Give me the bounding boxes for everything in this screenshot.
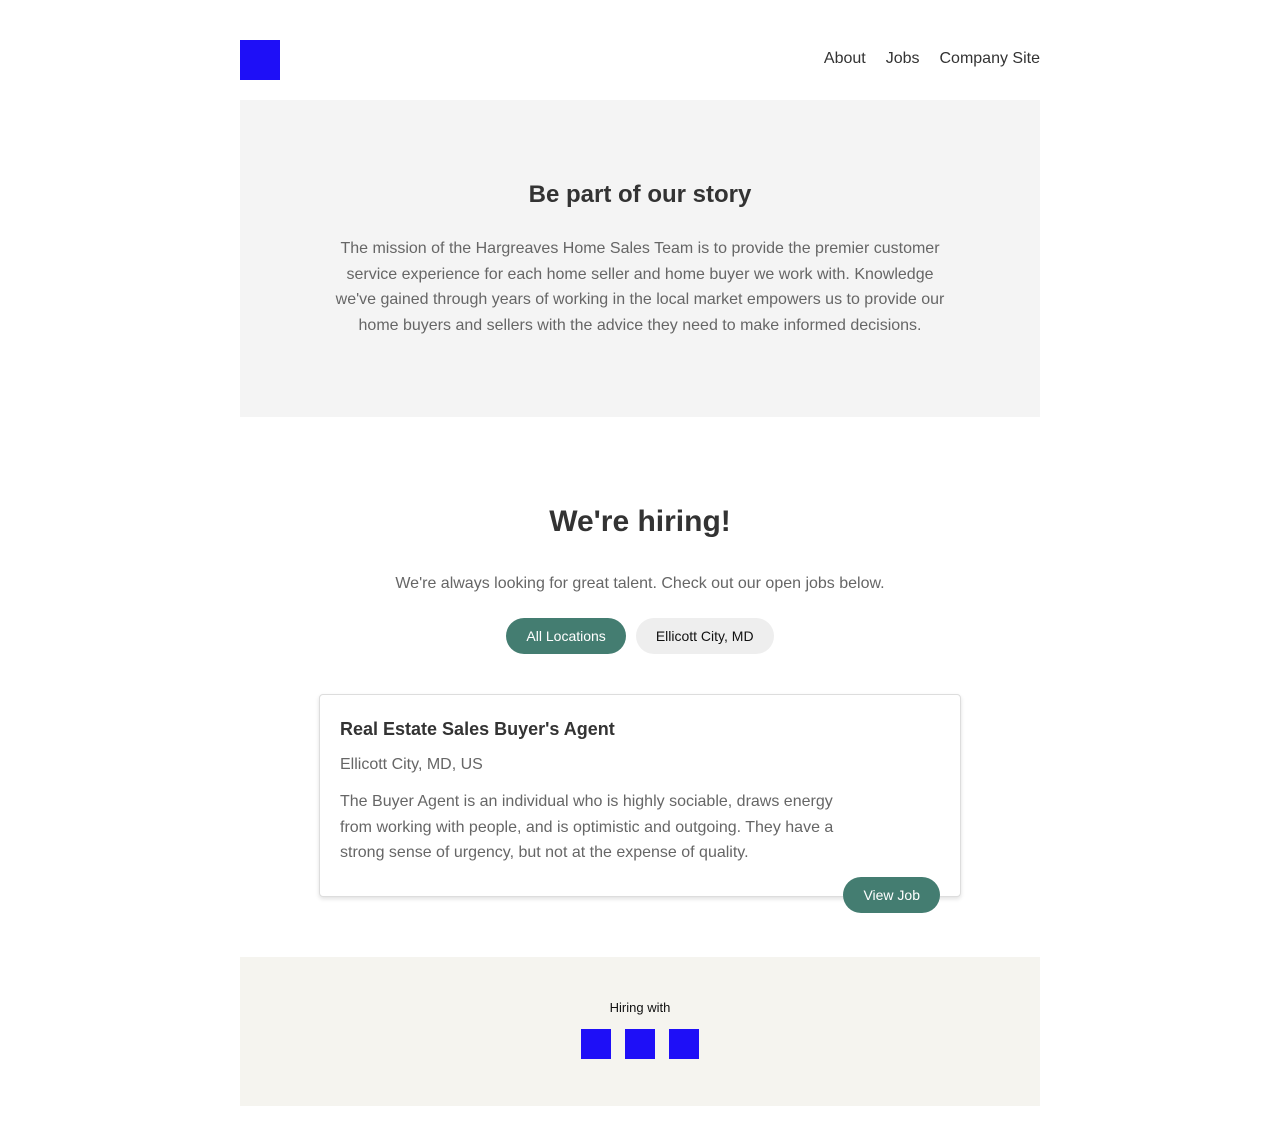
social-icon-1[interactable] xyxy=(581,1029,611,1059)
filter-all-locations-button[interactable]: All Locations xyxy=(506,618,626,654)
social-icon-2[interactable] xyxy=(625,1029,655,1059)
social-icon-3[interactable] xyxy=(669,1029,699,1059)
top-nav: About Jobs Company Site xyxy=(824,49,1040,69)
location-filters: All Locations Ellicott City, MD xyxy=(240,618,1040,654)
hiring-with-label: Hiring with xyxy=(609,1000,671,1015)
nav-jobs-link[interactable]: Jobs xyxy=(886,49,920,69)
nav-about-link[interactable]: About xyxy=(824,49,866,69)
story-section: Be part of our story The mission of the … xyxy=(240,100,1040,417)
job-description: The Buyer Agent is an individual who is … xyxy=(340,793,834,862)
careers-page: About Jobs Company Site Be part of our s… xyxy=(0,0,1280,1122)
site-header: About Jobs Company Site xyxy=(240,0,1040,100)
main-container: About Jobs Company Site Be part of our s… xyxy=(240,0,1040,1106)
nav-company-site-link[interactable]: Company Site xyxy=(940,49,1041,69)
site-footer: Hiring with xyxy=(240,957,1040,1106)
story-body: The mission of the Hargreaves Home Sales… xyxy=(335,240,945,334)
filter-ellicott-city-button[interactable]: Ellicott City, MD xyxy=(635,618,774,654)
hiring-section: We're hiring! We're always looking for g… xyxy=(240,417,1040,913)
job-title[interactable]: Real Estate Sales Buyer's Agent xyxy=(340,717,940,741)
company-logo[interactable] xyxy=(240,40,280,80)
hiring-lead: We're always looking for great talent. C… xyxy=(395,575,885,592)
story-title: Be part of our story xyxy=(528,181,752,208)
view-job-button[interactable]: View Job xyxy=(843,877,940,913)
hiring-title: We're hiring! xyxy=(549,505,731,538)
social-links xyxy=(240,1029,1040,1059)
job-card[interactable]: Real Estate Sales Buyer's Agent Ellicott… xyxy=(319,694,961,913)
job-location: Ellicott City, MD, US xyxy=(340,756,483,773)
